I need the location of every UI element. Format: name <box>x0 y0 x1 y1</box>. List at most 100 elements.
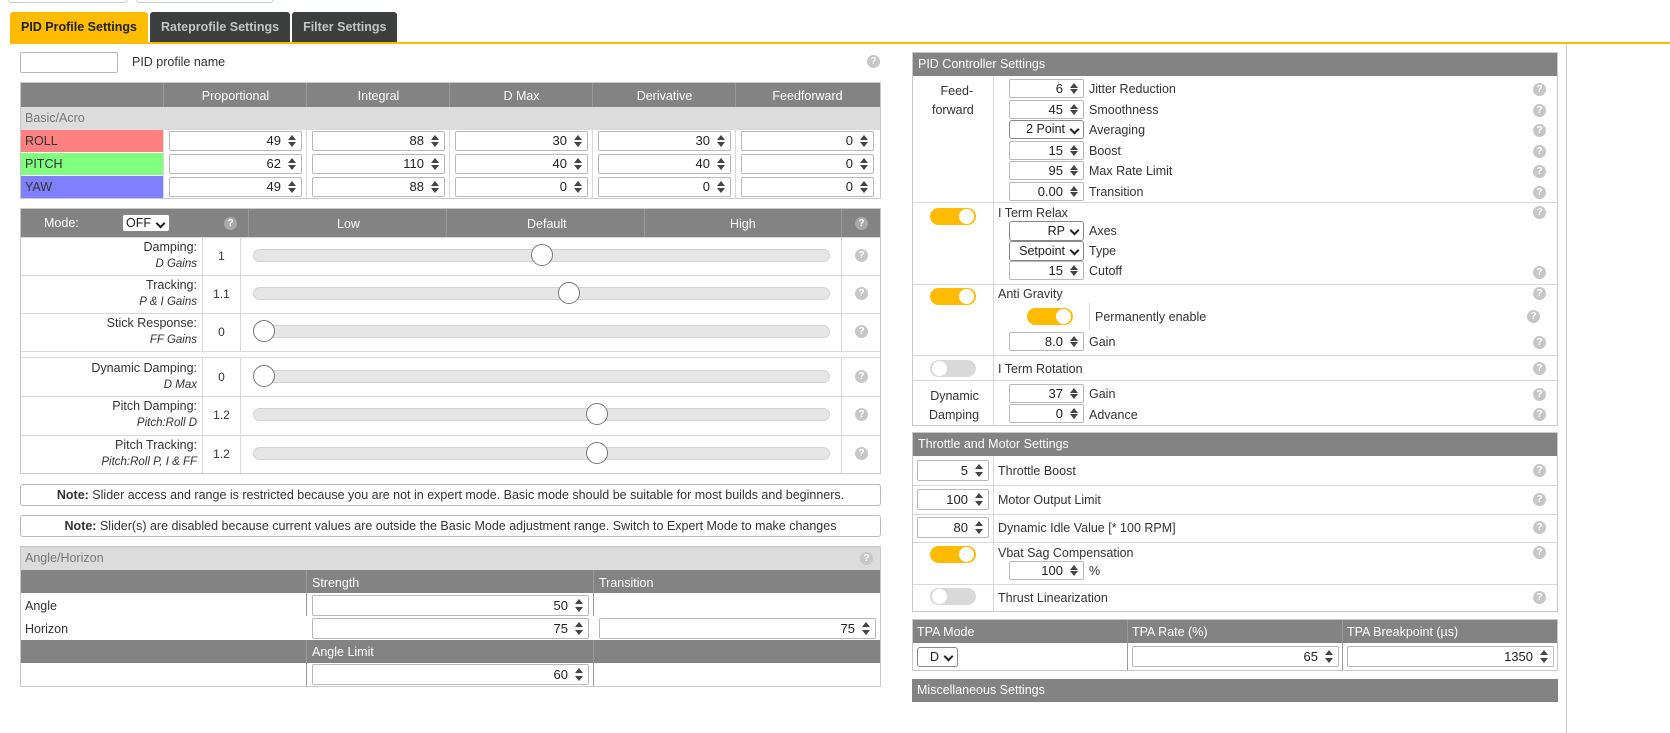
help-icon[interactable]: ? <box>1533 388 1546 401</box>
slider-knob[interactable] <box>253 365 275 387</box>
slider-track[interactable] <box>253 287 830 300</box>
slider-value: 0 <box>218 370 225 384</box>
anti-gravity-permanent-toggle[interactable] <box>1027 308 1073 325</box>
tab-filter-settings[interactable]: Filter Settings <box>292 12 398 43</box>
tpa-breakpoint-input[interactable]: 1350 <box>1347 646 1554 667</box>
throttle-input[interactable]: 80 <box>917 517 989 538</box>
help-icon[interactable]: ? <box>867 55 880 68</box>
pid-value-input[interactable]: 0 <box>741 131 874 151</box>
help-icon[interactable]: ? <box>855 408 868 421</box>
pid-value-input[interactable]: 0 <box>598 177 731 197</box>
horizon-transition-input[interactable]: 75 <box>599 618 876 639</box>
help-icon[interactable]: ? <box>855 249 868 262</box>
mode-select[interactable]: OFF <box>122 214 170 232</box>
throttle-input[interactable]: 5 <box>917 460 989 481</box>
ff-input[interactable]: 0.00 <box>1009 181 1084 201</box>
help-icon[interactable]: ? <box>1533 336 1546 349</box>
pid-value-input[interactable]: 40 <box>598 154 731 174</box>
help-icon[interactable]: ? <box>855 217 868 230</box>
help-icon[interactable]: ? <box>224 217 237 230</box>
help-icon[interactable]: ? <box>855 370 868 383</box>
horizon-strength-input[interactable]: 75 <box>312 618 589 639</box>
iterm-rotation-toggle[interactable] <box>930 360 976 377</box>
thrust-linearization-toggle[interactable] <box>930 588 976 605</box>
help-icon[interactable]: ? <box>1533 287 1546 300</box>
help-icon[interactable]: ? <box>855 287 868 300</box>
tab-rateprofile-settings[interactable]: Rateprofile Settings <box>150 12 291 43</box>
ff-input[interactable]: 45 <box>1009 99 1084 119</box>
ff-label: Smoothness <box>1089 102 1159 117</box>
throttle-input[interactable]: 100 <box>917 489 989 510</box>
slider-knob[interactable] <box>586 403 608 425</box>
help-icon[interactable]: ? <box>1533 185 1546 199</box>
divider <box>449 176 450 199</box>
iterm-relax-axes-select[interactable]: RP <box>1009 221 1084 241</box>
iterm-relax-cutoff-input[interactable]: 15 <box>1009 261 1084 280</box>
anti-gravity-toggle[interactable] <box>930 288 976 305</box>
pid-value-input[interactable]: 0 <box>455 177 588 197</box>
help-icon[interactable]: ? <box>1533 165 1546 178</box>
help-icon[interactable]: ? <box>1533 591 1546 604</box>
help-icon[interactable]: ? <box>1533 408 1546 421</box>
pid-value-input[interactable]: 0 <box>741 154 874 174</box>
slider-track[interactable] <box>253 325 830 338</box>
pid-value-input[interactable]: 30 <box>455 131 588 151</box>
help-icon[interactable]: ? <box>1527 310 1540 323</box>
help-icon[interactable]: ? <box>855 447 868 460</box>
dynamic-damping-gain-input[interactable]: 37 <box>1009 384 1084 403</box>
pid-value-input[interactable]: 49 <box>169 177 302 197</box>
pid-value-input[interactable]: 88 <box>312 131 445 151</box>
help-icon[interactable]: ? <box>1533 493 1546 506</box>
help-icon[interactable]: ? <box>1533 144 1546 158</box>
tab-pid-profile-settings[interactable]: PID Profile Settings <box>10 12 148 43</box>
help-icon[interactable]: ? <box>1533 546 1546 559</box>
slider-knob[interactable] <box>586 442 608 464</box>
anti-gravity-permanent-label: Permanently enable <box>1095 310 1207 324</box>
iterm-relax-type-select[interactable]: Setpoint <box>1009 241 1084 261</box>
pid-axis-label: YAW <box>21 176 163 198</box>
throttle-label: Motor Output Limit <box>998 493 1101 507</box>
help-icon[interactable]: ? <box>1533 83 1546 96</box>
dynamic-damping-advance-input[interactable]: 0 <box>1009 404 1084 423</box>
slider-knob[interactable] <box>530 244 553 266</box>
help-icon[interactable]: ? <box>1533 103 1546 117</box>
iterm-relax-toggle[interactable] <box>930 208 976 225</box>
angle-strength-input[interactable]: 50 <box>312 595 589 616</box>
vbat-sag-input[interactable]: 100 <box>1009 561 1084 580</box>
help-icon[interactable]: ? <box>860 552 873 565</box>
iterm-relax-cutoff-label: Cutoff <box>1089 264 1123 278</box>
pid-value-input[interactable]: 110 <box>312 154 445 174</box>
vbat-sag-toggle[interactable] <box>930 546 976 563</box>
pid-value-input[interactable]: 40 <box>455 154 588 174</box>
help-icon[interactable]: ? <box>1533 124 1546 137</box>
slider-knob[interactable] <box>253 320 275 342</box>
help-icon[interactable]: ? <box>1533 464 1546 477</box>
divider <box>306 570 307 616</box>
ff-input[interactable]: 6 <box>1009 79 1084 98</box>
pid-value-input[interactable]: 0 <box>741 177 874 197</box>
slider-track[interactable] <box>253 370 830 383</box>
help-icon[interactable]: ? <box>1533 521 1546 534</box>
pid-value-input[interactable]: 88 <box>312 177 445 197</box>
ff-input[interactable]: 95 <box>1009 161 1084 180</box>
pid-value-input[interactable]: 62 <box>169 154 302 174</box>
anti-gravity-gain-input[interactable]: 8.0 <box>1009 332 1084 351</box>
pid-value-input[interactable]: 49 <box>169 131 302 151</box>
help-icon[interactable]: ? <box>1533 362 1546 375</box>
slider-track[interactable] <box>253 408 830 421</box>
tpa-rate-input[interactable]: 65 <box>1132 646 1339 667</box>
slider-sublabel: P & I Gains <box>139 296 197 308</box>
divider <box>913 284 1557 285</box>
divider <box>841 237 842 275</box>
ff-select[interactable]: 2 Point <box>1009 120 1084 139</box>
slider-track[interactable] <box>253 447 830 460</box>
divider <box>913 355 1557 356</box>
help-icon[interactable]: ? <box>1533 266 1546 279</box>
angle-limit-input[interactable]: 60 <box>312 664 589 685</box>
pid-profile-name-input[interactable] <box>20 52 118 73</box>
pid-value-input[interactable]: 30 <box>598 131 731 151</box>
tpa-mode-select[interactable]: D <box>917 647 958 667</box>
help-icon[interactable]: ? <box>1533 206 1546 219</box>
ff-input[interactable]: 15 <box>1009 140 1084 160</box>
help-icon[interactable]: ? <box>855 325 868 338</box>
